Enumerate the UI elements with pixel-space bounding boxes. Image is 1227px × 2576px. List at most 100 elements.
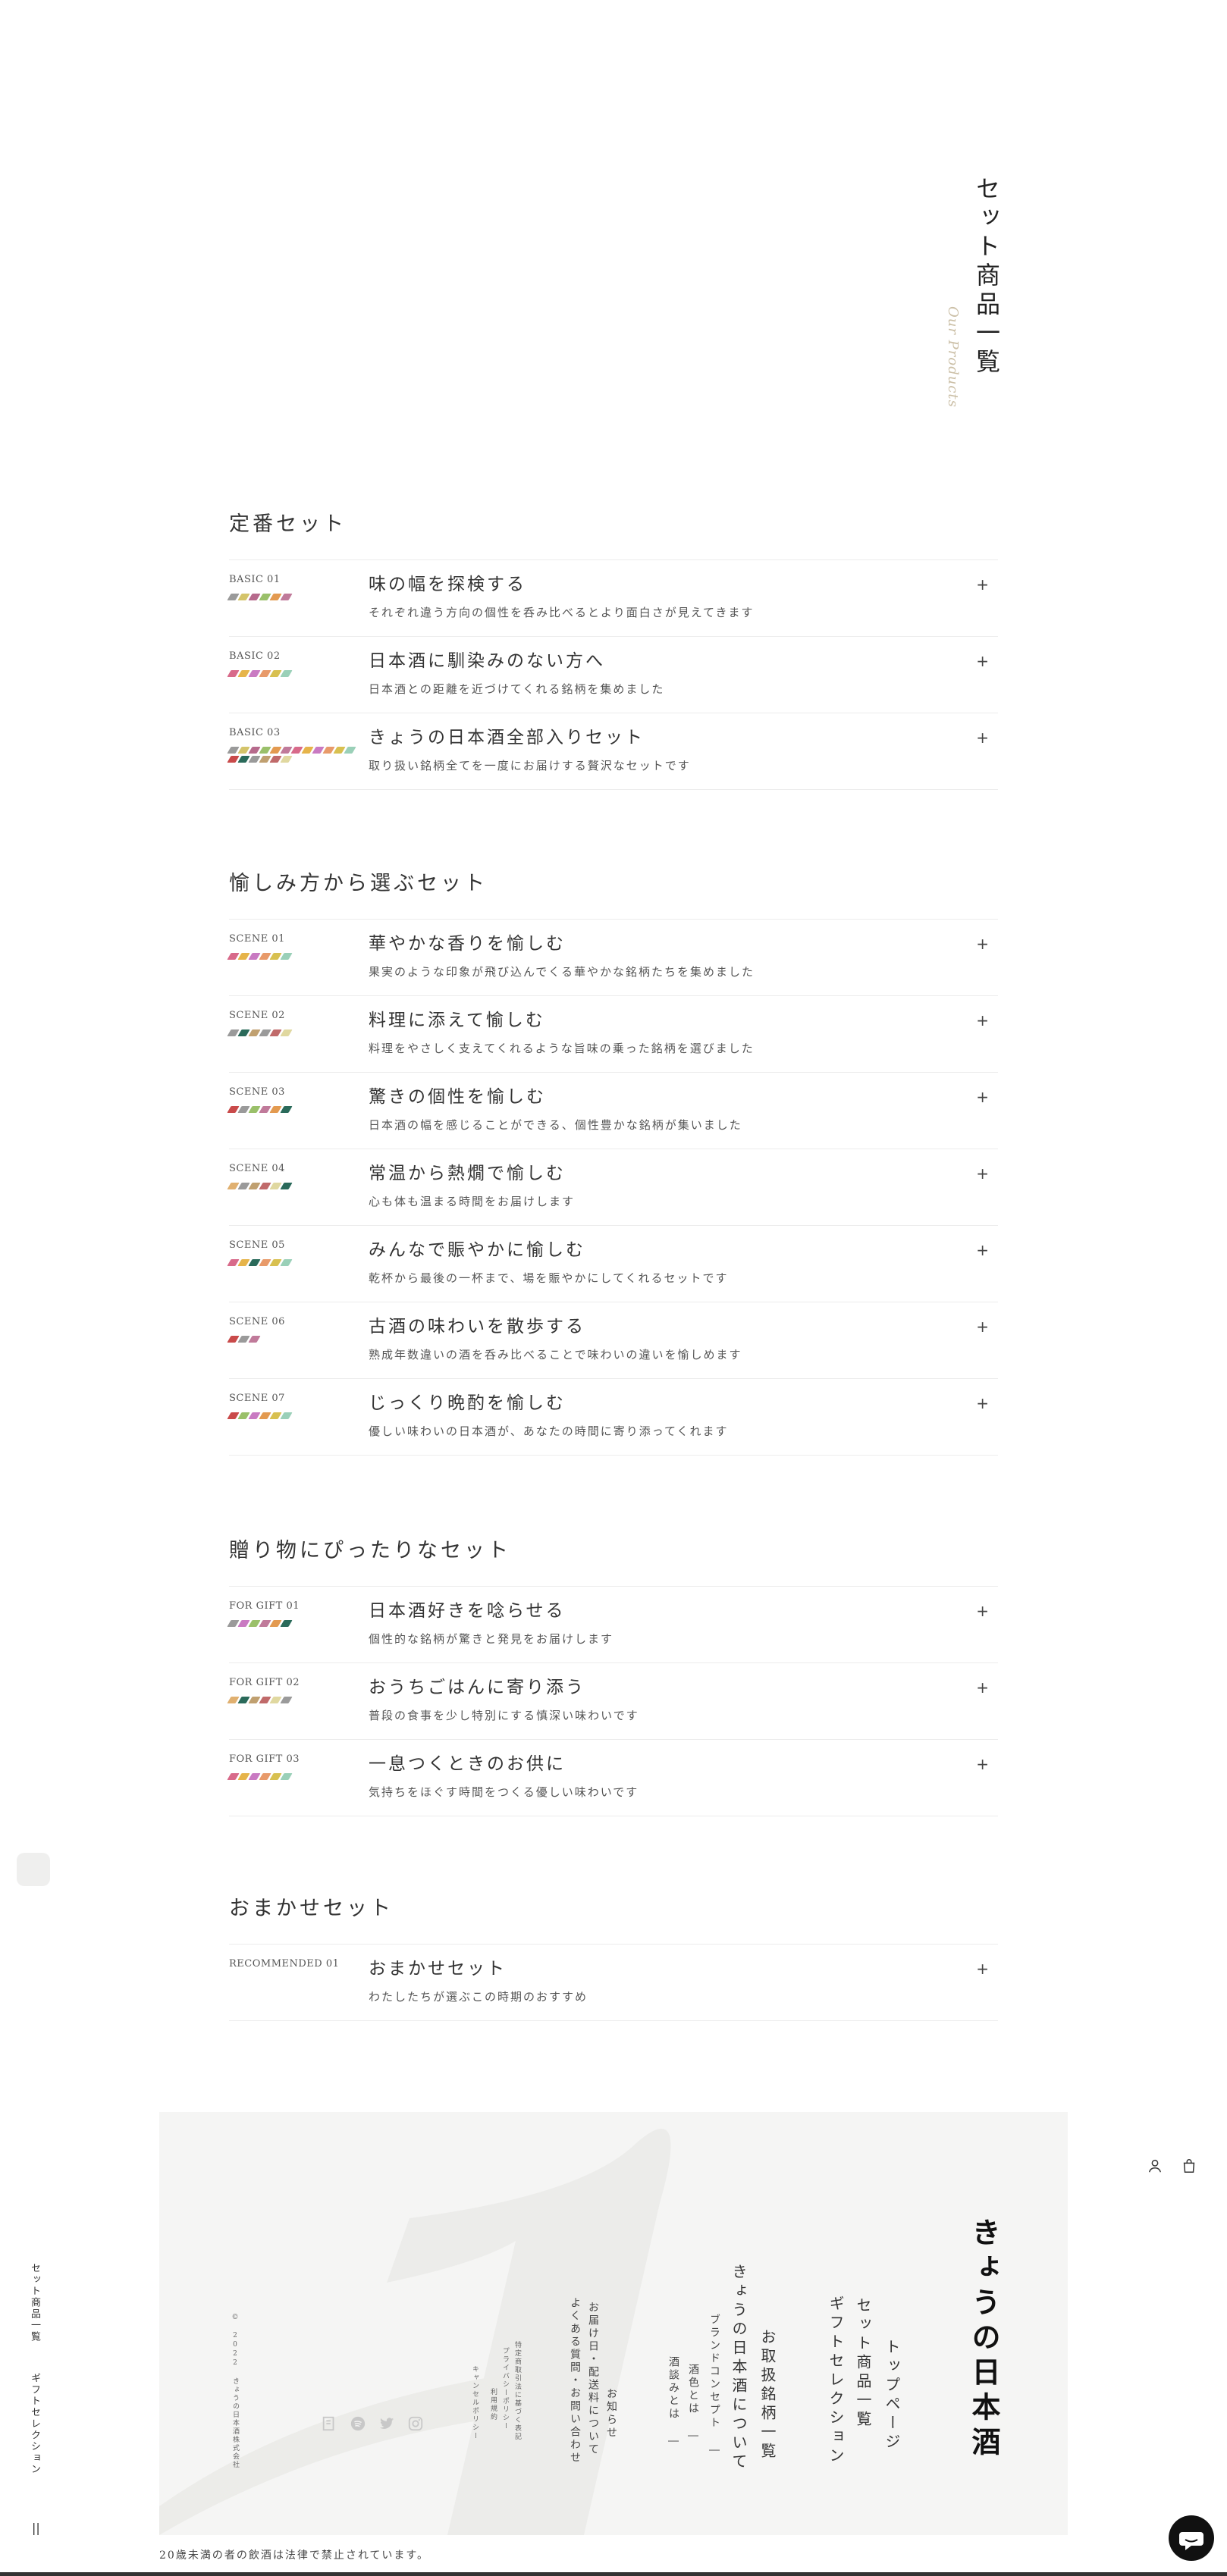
set-item[interactable]: BASIC 03 きょうの日本酒全部入りセット 取り扱い銘柄全てを一度にお届けす… xyxy=(227,713,998,790)
expand-plus-icon[interactable]: + xyxy=(976,1602,989,1620)
set-title[interactable]: じっくり晩酌を愉しむ xyxy=(369,1388,566,1414)
set-item[interactable]: FOR GIFT 02 おうちごはんに寄り添う 普段の食事を少し特別にする慎深い… xyxy=(227,1663,998,1740)
expand-plus-icon[interactable]: + xyxy=(976,1318,989,1336)
set-title[interactable]: 料理に添えて愉しむ xyxy=(369,1005,545,1031)
menu-bar-icon[interactable]: || xyxy=(32,2521,40,2535)
footer-brand-logo[interactable]: きょうの日本酒 xyxy=(963,2217,1005,2462)
set-label: BASIC 03 xyxy=(229,727,281,738)
expand-plus-icon[interactable]: + xyxy=(976,935,989,953)
set-label: RECOMMENDED 01 xyxy=(229,1958,340,1970)
set-list: BASIC 01 味の幅を探検する それぞれ違う方向の個性を呑み比べるとより面白… xyxy=(227,559,998,790)
side-nav: セット商品一覧 ギフトセレクション xyxy=(27,2263,42,2475)
twitter-icon[interactable] xyxy=(378,2415,395,2432)
age-notice: 20歳未満の者の飲酒は法律で禁止されています。 xyxy=(159,2549,429,2562)
set-title[interactable]: 華やかな香りを愉しむ xyxy=(369,929,566,954)
set-item[interactable]: SCENE 07 じっくり晩酌を愉しむ 優しい味わいの日本酒が、あなたの時間に寄… xyxy=(227,1379,998,1456)
set-item[interactable]: SCENE 06 古酒の味わいを散歩する 熟成年数違いの酒を呑み比べることで味わ… xyxy=(227,1302,998,1379)
color-swatch xyxy=(280,670,293,677)
expand-plus-icon[interactable]: + xyxy=(976,1960,989,1978)
set-title[interactable]: きょうの日本酒全部入りセット xyxy=(369,722,645,748)
set-title[interactable]: おうちごはんに寄り添う xyxy=(369,1672,585,1698)
color-swatches xyxy=(227,747,358,763)
expand-plus-icon[interactable]: + xyxy=(976,1678,989,1697)
social-links xyxy=(321,2415,424,2432)
expand-plus-icon[interactable]: + xyxy=(976,1241,989,1259)
section-heading: 愉しみ方から選ぶセット xyxy=(229,872,488,895)
color-swatches xyxy=(227,1029,358,1036)
footer-legal-cancel[interactable]: キャンセルポリシー xyxy=(470,2365,480,2440)
set-item[interactable]: SCENE 04 常温から熱燗で愉しむ 心も体も温まる時間をお届けします + xyxy=(227,1149,998,1226)
expand-plus-icon[interactable]: + xyxy=(976,729,989,747)
expand-plus-icon[interactable]: + xyxy=(976,1011,989,1029)
sake-cup-icon[interactable] xyxy=(17,1853,50,1886)
set-title[interactable]: 古酒の味わいを散歩する xyxy=(369,1312,585,1337)
color-swatch xyxy=(280,953,293,960)
set-description: 料理をやさしく支えてくれるような旨味の乗った銘柄を選びました xyxy=(369,1042,755,1055)
set-label: BASIC 02 xyxy=(229,650,281,662)
set-title[interactable]: 味の幅を探検する xyxy=(369,569,526,595)
set-title[interactable]: 日本酒好きを唸らせる xyxy=(369,1596,566,1622)
chat-button[interactable] xyxy=(1169,2515,1214,2561)
spotify-icon[interactable] xyxy=(350,2415,366,2432)
set-title[interactable]: みんなで賑やかに愉しむ xyxy=(369,1235,585,1261)
set-title[interactable]: 常温から熱燗で愉しむ xyxy=(369,1158,566,1184)
set-item[interactable]: RECOMMENDED 01 おまかせセット わたしたちが選ぶこの時期のおすすめ… xyxy=(229,1945,998,2021)
section-heading: おまかせセット xyxy=(229,1897,394,1920)
set-label: FOR GIFT 01 xyxy=(229,1600,300,1612)
set-list: RECOMMENDED 01 おまかせセット わたしたちが選ぶこの時期のおすすめ… xyxy=(229,1944,998,2021)
set-label: SCENE 01 xyxy=(229,933,285,945)
set-title[interactable]: 日本酒に馴染みのない方へ xyxy=(369,646,605,672)
expand-plus-icon[interactable]: + xyxy=(976,1164,989,1183)
footer-legal-tokusho[interactable]: 特定商取引法に基づく表記 xyxy=(513,2341,522,2441)
page-title: セット商品一覧 xyxy=(972,176,1001,378)
footer-sub-concept[interactable]: ブランドコンセプト ― xyxy=(707,2314,722,2458)
set-item[interactable]: SCENE 02 料理に添えて愉しむ 料理をやさしく支えてくれるような旨味の乗っ… xyxy=(227,996,998,1073)
footer-nav-products[interactable]: セット商品一覧 xyxy=(852,2297,874,2430)
footer-legal-terms[interactable]: 利用規約 xyxy=(488,2388,498,2421)
set-description: 熟成年数違いの酒を呑み比べることで味わいの違いを愉しめます xyxy=(369,1348,742,1362)
expand-plus-icon[interactable]: + xyxy=(976,1394,989,1412)
color-swatch xyxy=(280,1259,293,1266)
footer-legal-privacy[interactable]: プライバシーポリシー xyxy=(501,2347,510,2430)
footer-nav-top[interactable]: トップページ xyxy=(881,2339,903,2452)
set-item[interactable]: FOR GIFT 01 日本酒好きを唸らせる 個性的な銘柄が驚きと発見をお届けし… xyxy=(227,1587,998,1663)
footer-sub-shushoku[interactable]: 酒色とは ― xyxy=(686,2364,701,2444)
set-item[interactable]: BASIC 02 日本酒に馴染みのない方へ 日本酒との距離を近づけてくれる銘柄を… xyxy=(227,637,998,713)
set-item[interactable]: SCENE 03 驚きの個性を愉しむ 日本酒の幅を感じることができる、個性豊かな… xyxy=(227,1073,998,1149)
expand-plus-icon[interactable]: + xyxy=(976,1088,989,1106)
footer-nav-brands[interactable]: お取扱銘柄一覧 xyxy=(757,2329,779,2462)
footer-info-faq[interactable]: よくある質問・お問い合わせ xyxy=(567,2297,582,2465)
footer-copyright: © 2022 きょうの日本酒株式会社 xyxy=(231,2314,239,2469)
set-label: SCENE 07 xyxy=(229,1393,285,1404)
set-item[interactable]: FOR GIFT 03 一息つくときのお供に 気持ちをほぐす時間をつくる優しい味… xyxy=(227,1740,998,1816)
set-item[interactable]: SCENE 05 みんなで賑やかに愉しむ 乾杯から最後の一杯まで、場を賑やかにし… xyxy=(227,1226,998,1302)
set-title[interactable]: 一息つくときのお供に xyxy=(369,1749,566,1775)
page-subtitle: Our Products xyxy=(945,306,961,408)
side-link-products[interactable]: セット商品一覧 xyxy=(27,2263,42,2343)
set-item[interactable]: SCENE 01 華やかな香りを愉しむ 果実のような印象が飛び込んでくる華やかな… xyxy=(227,920,998,996)
footer-nav-about[interactable]: きょうの日本酒について xyxy=(728,2264,750,2472)
footer-nav-gift[interactable]: ギフトセレクション xyxy=(825,2296,847,2466)
set-description: 乾杯から最後の一杯まで、場を賑やかにしてくれるセットです xyxy=(369,1271,729,1285)
color-swatch xyxy=(280,1183,293,1189)
footer-sub-shudan[interactable]: 酒談みとは ― xyxy=(666,2356,681,2449)
expand-plus-icon[interactable]: + xyxy=(976,575,989,594)
set-item[interactable]: BASIC 01 味の幅を探検する それぞれ違う方向の個性を呑み比べるとより面白… xyxy=(227,560,998,637)
expand-plus-icon[interactable]: + xyxy=(976,1755,989,1773)
side-link-gift[interactable]: ギフトセレクション xyxy=(27,2373,42,2475)
note-icon[interactable] xyxy=(321,2415,337,2432)
color-swatches xyxy=(227,1773,358,1780)
expand-plus-icon[interactable]: + xyxy=(976,652,989,670)
color-swatch xyxy=(280,1697,293,1703)
footer-numeral-decoration xyxy=(159,2129,671,2535)
set-title[interactable]: おまかせセット xyxy=(369,1954,507,1979)
cart-icon[interactable] xyxy=(1181,2158,1197,2174)
instagram-icon[interactable] xyxy=(407,2415,424,2432)
footer-info-news[interactable]: お知らせ xyxy=(604,2388,619,2440)
bottom-bar xyxy=(0,2572,1227,2576)
set-title[interactable]: 驚きの個性を愉しむ xyxy=(369,1082,546,1108)
set-label: SCENE 03 xyxy=(229,1086,285,1098)
footer-info-delivery[interactable]: お届け日・配送料について xyxy=(585,2302,601,2456)
set-label: SCENE 05 xyxy=(229,1239,285,1251)
account-icon[interactable] xyxy=(1147,2158,1163,2174)
